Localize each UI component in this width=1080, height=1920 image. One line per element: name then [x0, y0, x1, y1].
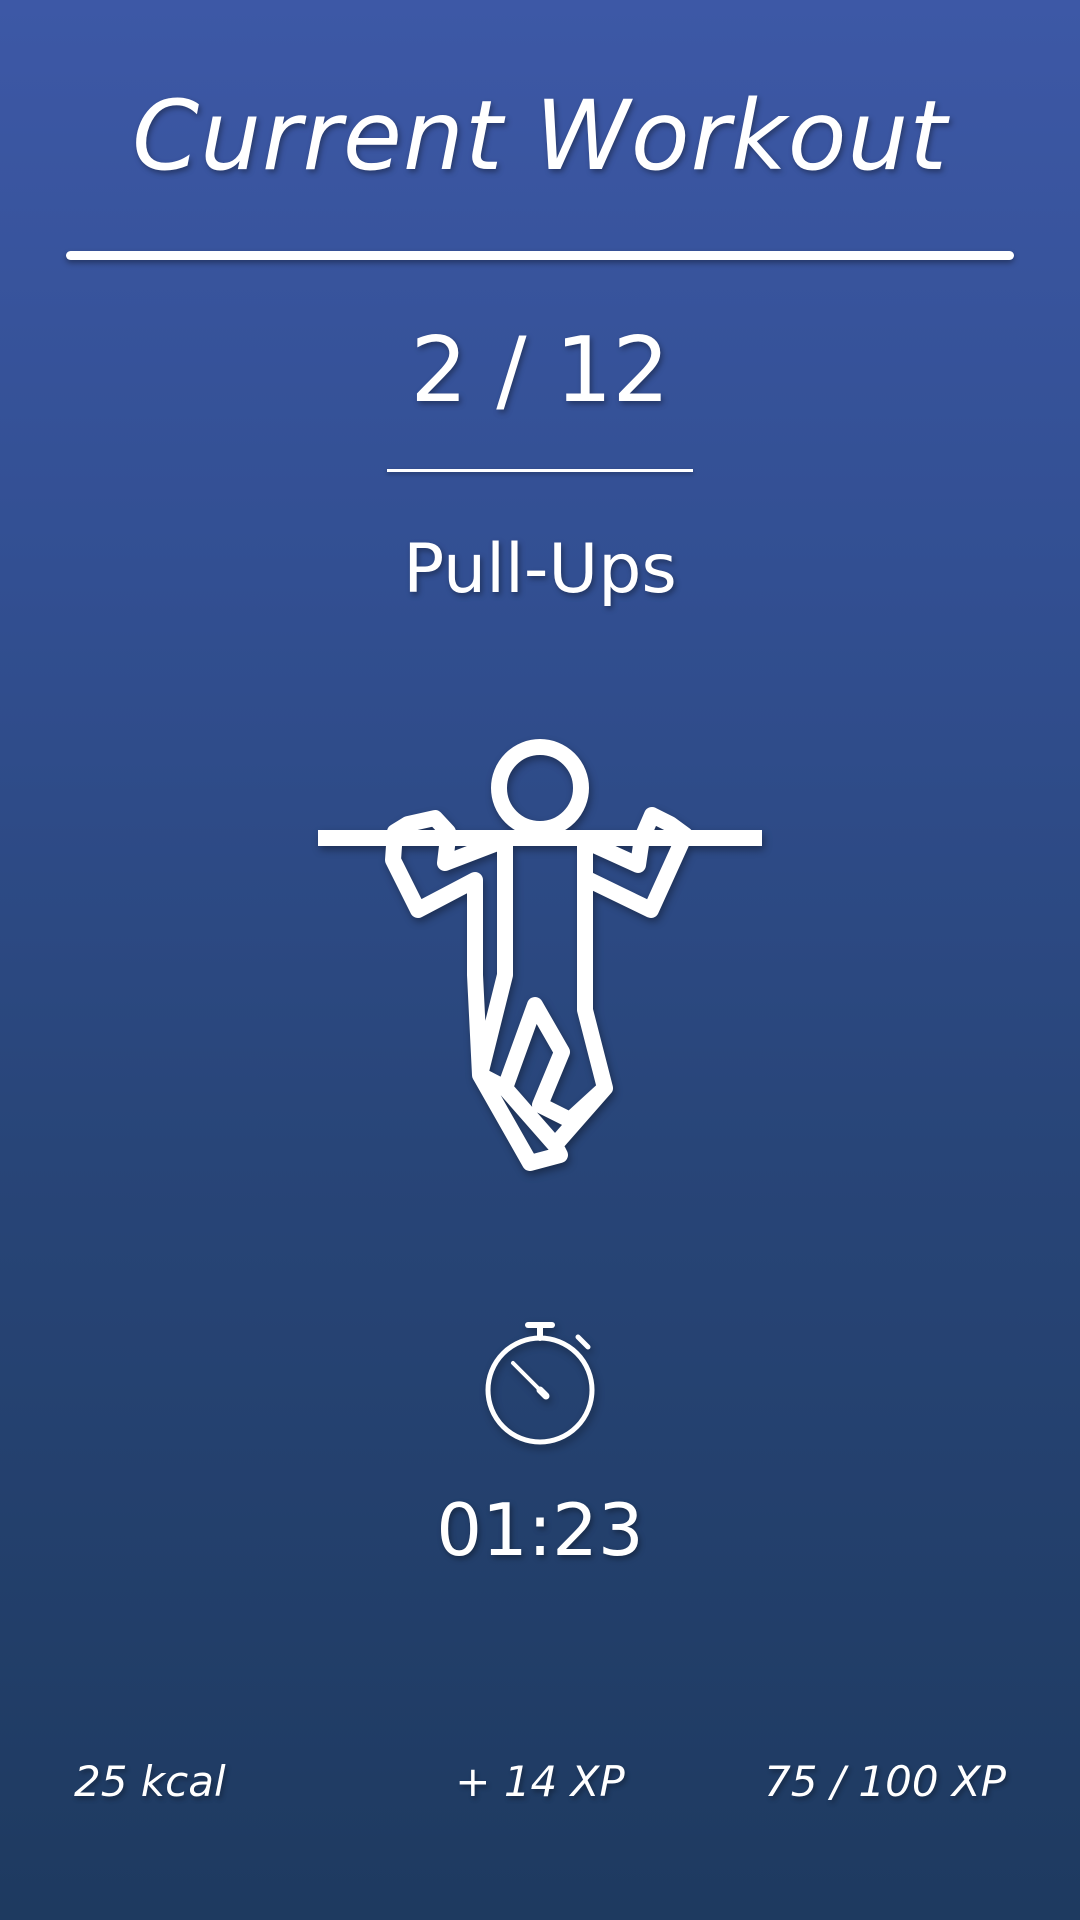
- stopwatch-icon: [480, 1318, 600, 1448]
- counter-divider: [387, 469, 693, 472]
- elapsed-time: 01:23: [436, 1488, 644, 1572]
- page-title: Current Workout: [132, 80, 948, 192]
- exercise-counter: 2 / 12: [410, 318, 670, 423]
- pull-up-figure-icon: [300, 720, 780, 1200]
- title-divider: [66, 251, 1014, 260]
- exercise-name: Pull-Ups: [403, 530, 677, 609]
- xp-level-progress: 75 / 100 XP: [764, 1757, 1006, 1806]
